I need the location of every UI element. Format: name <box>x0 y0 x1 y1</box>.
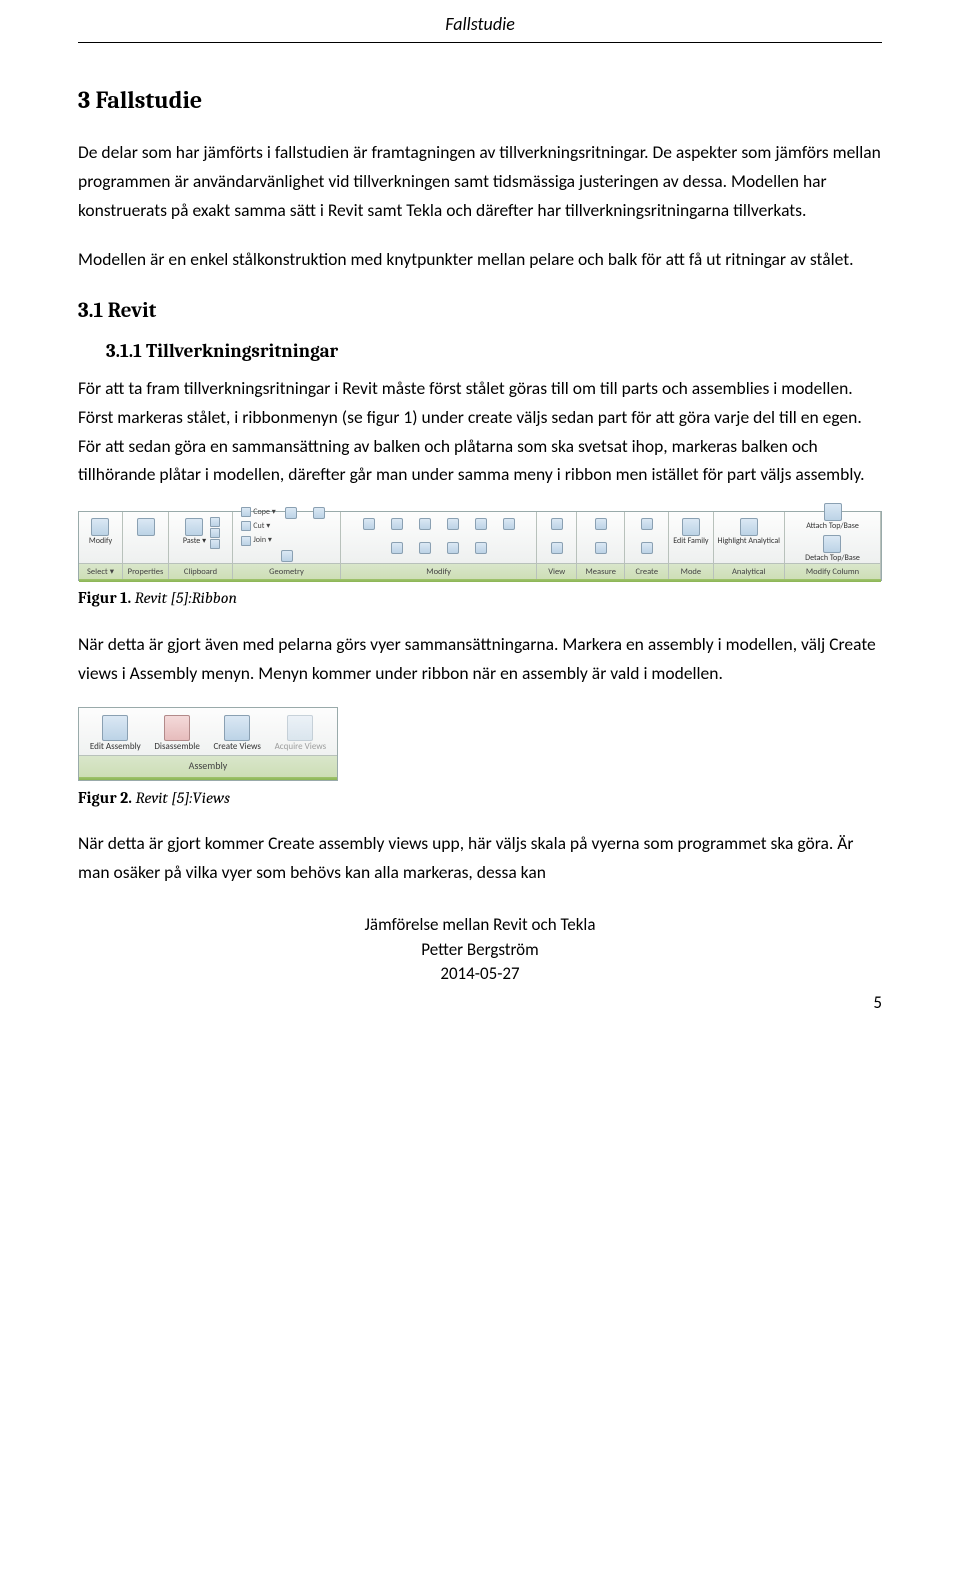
body-paragraph: För att ta fram tillverkningsritningar i… <box>78 374 882 490</box>
create-views-icon[interactable]: Create Views <box>211 714 262 753</box>
modify-tool-icon[interactable]: Modify <box>87 517 114 546</box>
modify-tools <box>343 515 534 563</box>
create-tool-icon[interactable] <box>634 541 660 555</box>
modify-tool-icon[interactable] <box>440 541 466 555</box>
modify-tool-icon[interactable] <box>412 517 438 531</box>
geometry-tool-icon[interactable] <box>306 506 332 520</box>
ribbon-group-label: Measure <box>577 563 624 580</box>
body-paragraph: De delar som har jämförts i fallstudien … <box>78 138 882 225</box>
ribbon-group-label: View <box>537 563 576 580</box>
figure-caption: Figur 1. Revit [5]:Ribbon <box>78 585 882 611</box>
modify-tool-icon[interactable] <box>468 517 494 531</box>
properties-icon[interactable] <box>133 517 159 537</box>
heading-3: 3.1.1 Tillverkningsritningar <box>106 336 882 367</box>
ribbon-group-label: Mode <box>669 563 712 580</box>
panel-group-label: Assembly <box>79 755 337 777</box>
heading-1: 3 Fallstudie <box>78 81 882 121</box>
modify-tool-icon[interactable] <box>412 541 438 555</box>
modify-tool-icon[interactable] <box>384 541 410 555</box>
view-tool-icon[interactable] <box>544 541 570 555</box>
disassemble-icon[interactable]: Disassemble <box>152 714 201 753</box>
create-tool-icon[interactable] <box>634 517 660 531</box>
geometry-mini-icons: Cope ▾ Cut ▾ Join ▾ <box>241 506 276 548</box>
page-number: 5 <box>78 989 882 1017</box>
edit-assembly-icon[interactable]: Edit Assembly <box>88 714 143 753</box>
revit-ribbon: Modify Select ▾ Properties Paste ▾ Clipb… <box>78 511 882 581</box>
figure-caption: Figur 2. Revit [5]:Views <box>78 785 882 811</box>
measure-tool-icon[interactable] <box>588 541 614 555</box>
paste-icon[interactable]: Paste ▾ <box>181 517 208 546</box>
heading-2: 3.1 Revit <box>78 294 882 329</box>
ribbon-group-label: Modify <box>341 563 536 580</box>
assembly-panel: Edit Assembly Disassemble Create Views A… <box>78 707 338 780</box>
acquire-views-icon: Acquire Views <box>273 714 329 753</box>
ribbon-group-label: Select ▾ <box>79 563 122 580</box>
page-header: Fallstudie <box>78 10 882 43</box>
geometry-tool-icon[interactable] <box>274 549 300 563</box>
measure-tool-icon[interactable] <box>588 517 614 531</box>
attach-top-base-icon[interactable]: Attach Top/Base <box>804 502 861 531</box>
modify-tool-icon[interactable] <box>384 517 410 531</box>
body-paragraph: När detta är gjort kommer Create assembl… <box>78 829 882 887</box>
page-footer: Jämförelse mellan Revit och Tekla Petter… <box>78 913 882 987</box>
edit-family-icon[interactable]: Edit Family <box>671 517 710 546</box>
modify-tool-icon[interactable] <box>440 517 466 531</box>
view-tool-icon[interactable] <box>544 517 570 531</box>
ribbon-group-label: Clipboard <box>169 563 232 580</box>
modify-tool-icon[interactable] <box>496 517 522 531</box>
clipboard-mini-icons <box>210 517 220 549</box>
detach-top-base-icon[interactable]: Detach Top/Base <box>803 534 862 563</box>
body-paragraph: När detta är gjort även med pelarna görs… <box>78 630 882 688</box>
ribbon-group-label: Geometry <box>233 563 340 580</box>
ribbon-group-label: Modify Column <box>785 563 880 580</box>
modify-tool-icon[interactable] <box>356 517 382 531</box>
ribbon-group-label: Properties <box>123 563 168 580</box>
highlight-analytical-icon[interactable]: Highlight Analytical <box>716 517 782 546</box>
modify-tool-icon[interactable] <box>468 541 494 555</box>
ribbon-group-label: Create <box>625 563 668 580</box>
geometry-tool-icon[interactable] <box>278 506 304 520</box>
body-paragraph: Modellen är en enkel stålkonstruktion me… <box>78 245 882 274</box>
ribbon-group-label: Analytical <box>714 563 784 580</box>
